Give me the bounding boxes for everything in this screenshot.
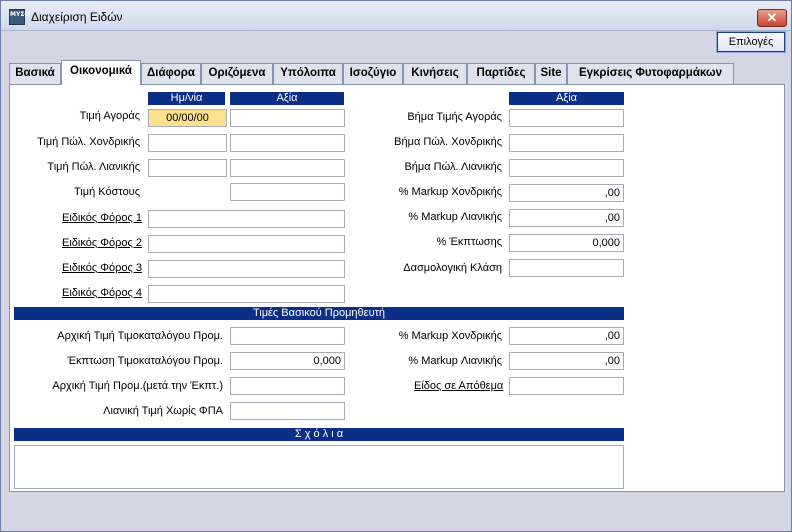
supplier-markup-retail-label: % Markup Λιανικής (408, 355, 502, 367)
retail-no-vat-label: Λιανική Τιμή Χωρίς ΦΠΑ (103, 405, 223, 417)
stock-item-field[interactable] (509, 377, 624, 395)
markup-retail-label: % Markup Λιανικής (408, 211, 502, 223)
stock-item-link[interactable]: Είδος σε Απόθεμα (414, 380, 503, 392)
special-tax-1-link[interactable]: Ειδικός Φόρος 1 (62, 212, 142, 224)
value-column-header: Αξία (230, 92, 344, 105)
purchase-step-field[interactable] (509, 109, 624, 127)
options-button[interactable]: Επιλογές (716, 31, 786, 53)
supplier-markup-wholesale-field[interactable]: ,00 (509, 327, 624, 345)
special-tax-3-field[interactable] (148, 260, 345, 278)
markup-wholesale-label: % Markup Χονδρικής (398, 186, 502, 198)
supplier-prices-header: Τιμές Βασικού Προμηθευτή (14, 307, 624, 320)
window-title: Διαχείριση Ειδών (31, 10, 123, 24)
wholesale-step-label: Βήμα Πώλ. Χονδρικής (394, 136, 502, 148)
retail-step-field[interactable] (509, 159, 624, 177)
supplier-markup-wholesale-label: % Markup Χονδρικής (398, 330, 502, 342)
markup-wholesale-field[interactable]: ,00 (509, 184, 624, 202)
status-bar (9, 498, 785, 520)
tab-site[interactable]: Site (535, 63, 567, 84)
retail-price-date-field[interactable] (148, 159, 227, 177)
cost-price-label: Τιμή Κόστους (74, 186, 140, 198)
purchase-price-label: Τιμή Αγοράς (79, 110, 140, 122)
tariff-class-label: Δασμολογική Κλάση (403, 262, 502, 274)
financial-panel: Ημ/νία Αξία Τιμή Αγοράς 00/00/00 Τιμή Πώ… (9, 84, 785, 492)
supplier-markup-retail-field[interactable]: ,00 (509, 352, 624, 370)
item-management-window: ΜΥΣΟ Διαχείριση Ειδών ✕ Επιλογές Βασικά … (0, 0, 792, 532)
cost-price-value-field[interactable] (230, 183, 345, 201)
special-tax-3-link[interactable]: Ειδικός Φόρος 3 (62, 262, 142, 274)
wholesale-price-value-field[interactable] (230, 134, 345, 152)
tab-user-defined[interactable]: Οριζόμενα (201, 63, 273, 84)
title-bar: ΜΥΣΟ Διαχείριση Ειδών ✕ (1, 1, 791, 31)
tab-financial[interactable]: Οικονομικά (61, 60, 141, 85)
supplier-list-discount-label: Έκπτωση Τιμοκαταλόγου Προμ. (67, 355, 223, 367)
special-tax-2-field[interactable] (148, 235, 345, 253)
supplier-list-price-label: Αρχική Τιμή Τιμοκαταλόγου Προμ. (57, 330, 223, 342)
supplier-net-price-field[interactable] (230, 377, 345, 395)
supplier-net-price-label: Αρχική Τιμή Προμ.(μετά την Έκπτ.) (52, 380, 223, 392)
purchase-step-label: Βήμα Τιμής Αγοράς (407, 111, 502, 123)
close-button[interactable]: ✕ (757, 9, 787, 27)
tariff-class-field[interactable] (509, 259, 624, 277)
special-tax-4-field[interactable] (148, 285, 345, 303)
app-icon: ΜΥΣΟ (9, 9, 30, 25)
wholesale-price-date-field[interactable] (148, 134, 227, 152)
supplier-list-discount-field[interactable]: 0,000 (230, 352, 345, 370)
tab-pesticide-approvals[interactable]: Εγκρίσεις Φυτοφαρμάκων (567, 63, 734, 84)
wholesale-price-label: Τιμή Πώλ. Χονδρικής (37, 136, 140, 148)
date-column-header: Ημ/νία (148, 92, 225, 105)
special-tax-1-field[interactable] (148, 210, 345, 228)
special-tax-4-link[interactable]: Ειδικός Φόρος 4 (62, 287, 142, 299)
step-value-column-header: Αξία (509, 92, 624, 105)
tab-transactions[interactable]: Κινήσεις (403, 63, 467, 84)
retail-no-vat-field[interactable] (230, 402, 345, 420)
discount-field[interactable]: 0,000 (509, 234, 624, 252)
wholesale-step-field[interactable] (509, 134, 624, 152)
comments-header: Σ χ ό λ ι α (14, 428, 624, 441)
retail-step-label: Βήμα Πώλ. Λιανικής (404, 161, 502, 173)
tab-batches[interactable]: Παρτίδες (467, 63, 535, 84)
tab-basic[interactable]: Βασικά (9, 63, 61, 84)
purchase-price-date-field[interactable]: 00/00/00 (148, 109, 227, 127)
tab-trial-balance[interactable]: Ισοζύγιο (343, 63, 403, 84)
tab-misc[interactable]: Διάφορα (141, 63, 201, 84)
comments-textarea[interactable] (14, 445, 624, 489)
supplier-list-price-field[interactable] (230, 327, 345, 345)
special-tax-2-link[interactable]: Ειδικός Φόρος 2 (62, 237, 142, 249)
markup-retail-field[interactable]: ,00 (509, 209, 624, 227)
retail-price-label: Τιμή Πώλ. Λιανικής (47, 161, 140, 173)
discount-label: % Έκπτωσης (436, 236, 502, 248)
retail-price-value-field[interactable] (230, 159, 345, 177)
tab-balances[interactable]: Υπόλοιπα (273, 63, 343, 84)
purchase-price-value-field[interactable] (230, 109, 345, 127)
